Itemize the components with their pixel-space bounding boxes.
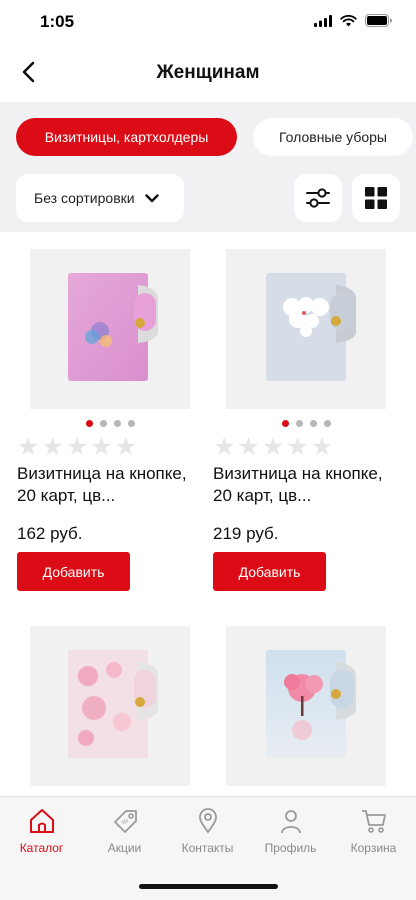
filter-button[interactable] [294, 174, 342, 222]
filter-area: Визитницы, картхолдеры Головные уборы Бе… [0, 102, 416, 232]
card-holder-image [266, 273, 356, 381]
pagination-dot-active [85, 420, 93, 427]
product-image[interactable] [226, 249, 386, 409]
tab-promotions[interactable]: % Акции [83, 807, 166, 855]
pagination-dot [309, 420, 317, 427]
star-icon: ★ [114, 433, 138, 461]
pagination-dot [113, 420, 121, 427]
status-bar: 1:05 [0, 0, 416, 44]
tag-icon: % [113, 810, 137, 833]
product-image[interactable] [30, 626, 190, 786]
pagination-dot [295, 420, 303, 427]
pagination-dot [127, 420, 135, 427]
tab-catalog[interactable]: Каталог [0, 807, 83, 855]
nav-bar: Женщинам [0, 44, 416, 102]
star-icon: ★ [310, 433, 334, 461]
status-time: 1:05 [40, 12, 75, 31]
battery-icon [365, 14, 392, 27]
tab-contacts[interactable]: Контакты [166, 807, 249, 855]
category-chip-active[interactable]: Визитницы, картхолдеры [16, 118, 237, 156]
product-image[interactable] [226, 626, 386, 786]
grid-icon [365, 187, 387, 209]
star-icon: ★ [261, 433, 285, 461]
category-chip[interactable]: Головные уборы [253, 118, 413, 156]
tab-label: Профиль [264, 841, 317, 855]
tab-label: Акции [107, 841, 142, 855]
product-price: 219 руб. [213, 524, 279, 543]
product-image[interactable] [30, 249, 190, 409]
add-to-cart-button[interactable]: Добавить [213, 552, 326, 591]
rating-stars: ★ ★ ★ ★ ★ [213, 435, 333, 460]
star-icon: ★ [213, 433, 236, 461]
tab-label: Каталог [19, 841, 64, 855]
home-icon [29, 809, 54, 833]
star-icon: ★ [65, 433, 89, 461]
image-pagination [17, 420, 203, 427]
tab-label: Корзина [350, 841, 397, 855]
product-price: 162 руб. [17, 524, 83, 543]
star-icon: ★ [17, 433, 40, 461]
status-icons [314, 14, 392, 27]
sort-label: Без сортировки [34, 190, 135, 206]
wifi-icon [340, 14, 357, 26]
product-title[interactable]: Визитница на кнопке, 20 карт, цв... [17, 463, 207, 507]
card-holder-image [68, 273, 158, 381]
tab-cart[interactable]: Корзина [332, 807, 415, 855]
pagination-dot-active [281, 420, 289, 427]
add-to-cart-button[interactable]: Добавить [17, 552, 130, 591]
card-holder-image [68, 650, 158, 758]
rating-stars: ★ ★ ★ ★ ★ [17, 435, 137, 460]
home-indicator [139, 884, 278, 889]
sliders-icon [306, 188, 330, 208]
pagination-dot [99, 420, 107, 427]
location-pin-icon [198, 808, 217, 834]
star-icon: ★ [237, 433, 260, 461]
svg-text:%: % [120, 817, 129, 826]
chevron-down-icon [144, 193, 159, 202]
star-icon: ★ [41, 433, 64, 461]
signal-icon [314, 14, 332, 27]
image-pagination [213, 420, 399, 427]
page-title: Женщинам [156, 62, 260, 83]
cart-icon [361, 810, 386, 833]
grid-view-button[interactable] [352, 174, 400, 222]
star-icon: ★ [286, 433, 309, 461]
card-holder-image [266, 650, 356, 758]
star-icon: ★ [90, 433, 113, 461]
tab-label: Контакты [181, 841, 234, 855]
product-title[interactable]: Визитница на кнопке, 20 карт, цв... [213, 463, 403, 507]
person-icon [280, 810, 301, 834]
tab-profile[interactable]: Профиль [249, 807, 332, 855]
pagination-dot [323, 420, 331, 427]
sort-dropdown[interactable]: Без сортировки [16, 174, 184, 222]
